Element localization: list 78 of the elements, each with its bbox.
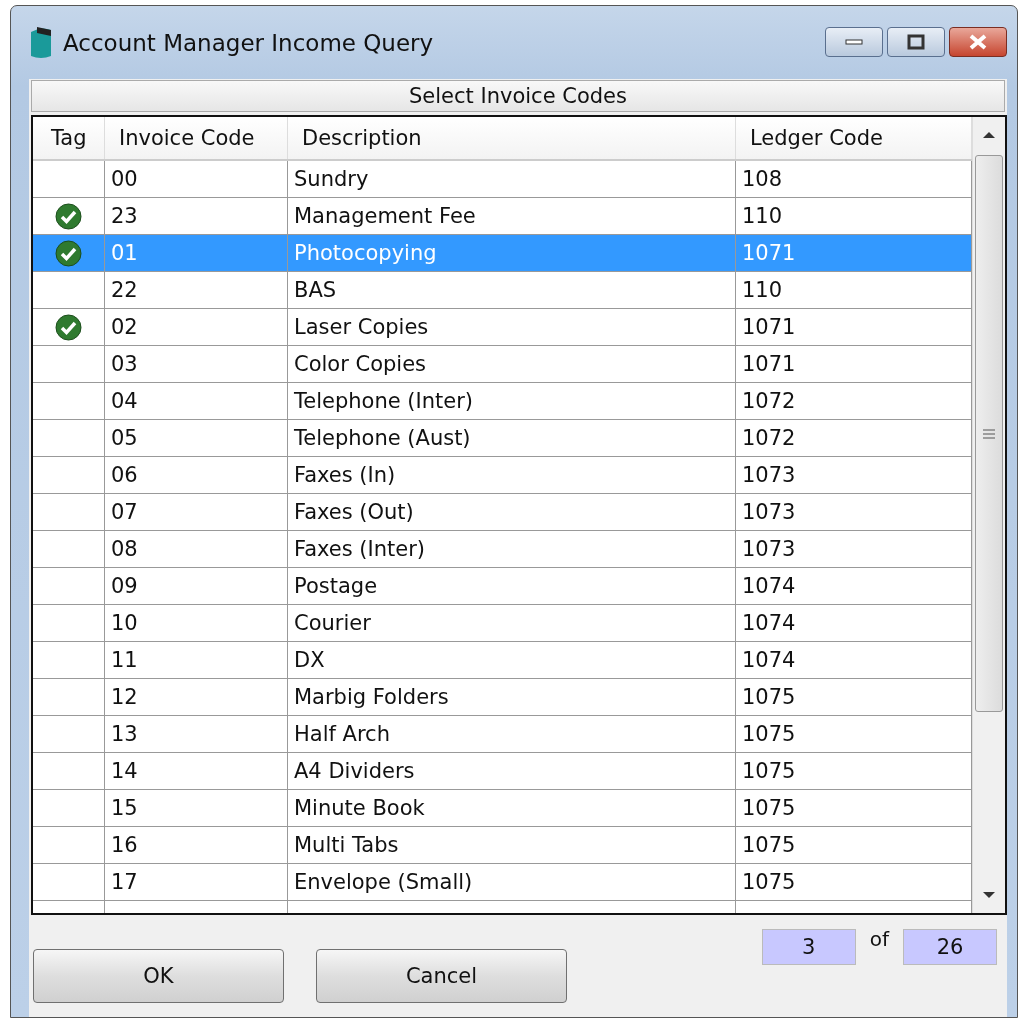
tag-cell[interactable] — [33, 420, 105, 457]
tag-cell[interactable] — [33, 864, 105, 901]
table-cell: 05 — [105, 420, 288, 457]
table-cell: Faxes (In) — [288, 457, 736, 494]
table-cell: Minute Book — [288, 790, 736, 827]
tag-cell[interactable] — [33, 531, 105, 568]
tag-cell[interactable] — [33, 457, 105, 494]
tag-cell[interactable] — [33, 568, 105, 605]
column-header[interactable]: Ledger Code — [736, 117, 972, 159]
table-cell: Sundry — [288, 161, 736, 198]
tag-cell[interactable] — [33, 272, 105, 309]
table-cell: 16 — [105, 827, 288, 864]
table-cell: Courier — [288, 605, 736, 642]
tag-cell[interactable] — [33, 235, 105, 272]
table-cell: Photocopying — [288, 235, 736, 272]
table-cell: 09 — [105, 568, 288, 605]
table-cell: 02 — [105, 309, 288, 346]
tag-cell[interactable] — [33, 494, 105, 531]
table-cell: Faxes (Out) — [288, 494, 736, 531]
minimize-icon — [845, 38, 863, 46]
table-cell: 17 — [105, 864, 288, 901]
table-cell: 11 — [105, 642, 288, 679]
section-caption: Select Invoice Codes — [31, 80, 1005, 112]
table-cell: Envelope (Small) — [288, 864, 736, 901]
maximize-button[interactable] — [887, 27, 945, 57]
tag-cell[interactable] — [33, 309, 105, 346]
table-cell: 03 — [105, 346, 288, 383]
dialog-button[interactable]: OK — [33, 949, 284, 1003]
tag-cell[interactable] — [33, 679, 105, 716]
table-cell: 10 — [105, 605, 288, 642]
dialog-button[interactable]: Cancel — [316, 949, 567, 1003]
app-icon — [29, 25, 53, 60]
table-cell: Laser Copies — [288, 309, 736, 346]
tag-cell[interactable] — [33, 161, 105, 198]
tag-cell[interactable] — [33, 198, 105, 235]
table-cell: Half Arch — [288, 716, 736, 753]
maximize-icon — [907, 34, 925, 50]
table-cell: Color Copies — [288, 346, 736, 383]
tag-cell[interactable] — [33, 753, 105, 790]
tag-cell[interactable] — [33, 642, 105, 679]
table-cell: Postage — [288, 568, 736, 605]
counter-label: of — [868, 927, 891, 951]
table-cell: 13 — [105, 716, 288, 753]
tag-cell[interactable] — [33, 716, 105, 753]
table-cell: Faxes (Inter) — [288, 531, 736, 568]
tag-cell[interactable] — [33, 383, 105, 420]
table-cell: BAS — [288, 272, 736, 309]
table-cell: Telephone (Inter) — [288, 383, 736, 420]
table-cell: Telephone (Aust) — [288, 420, 736, 457]
table-cell: A4 Dividers — [288, 753, 736, 790]
total-records-field: 26 — [903, 929, 997, 965]
table-cell: DX — [288, 642, 736, 679]
table-cell: 01 — [105, 235, 288, 272]
table-cell: 15 — [105, 790, 288, 827]
table-cell: 07 — [105, 494, 288, 531]
tag-cell[interactable] — [33, 605, 105, 642]
window-title: Account Manager Income Query — [63, 29, 435, 56]
tag-cell[interactable] — [33, 827, 105, 864]
table-cell: 14 — [105, 753, 288, 790]
column-header[interactable]: Description — [288, 117, 736, 159]
scrollbar-thumb[interactable] — [975, 155, 1003, 712]
table-cell: 1071 — [736, 235, 972, 272]
column-header[interactable]: Tag — [33, 117, 105, 159]
table-cell: Marbig Folders — [288, 679, 736, 716]
current-record-field: 3 — [761, 929, 856, 965]
close-icon — [967, 33, 989, 51]
table-cell: 22 — [105, 272, 288, 309]
tag-cell[interactable] — [33, 790, 105, 827]
table-cell: 04 — [105, 383, 288, 420]
table-cell: 06 — [105, 457, 288, 494]
table-cell: 08 — [105, 531, 288, 568]
column-header[interactable]: Invoice Code — [105, 117, 288, 159]
minimize-button[interactable] — [825, 27, 883, 57]
tag-cell[interactable] — [33, 346, 105, 383]
table-cell: 12 — [105, 679, 288, 716]
close-button[interactable] — [949, 27, 1007, 57]
table-cell: Multi Tabs — [288, 827, 736, 864]
table-cell: 00 — [105, 161, 288, 198]
